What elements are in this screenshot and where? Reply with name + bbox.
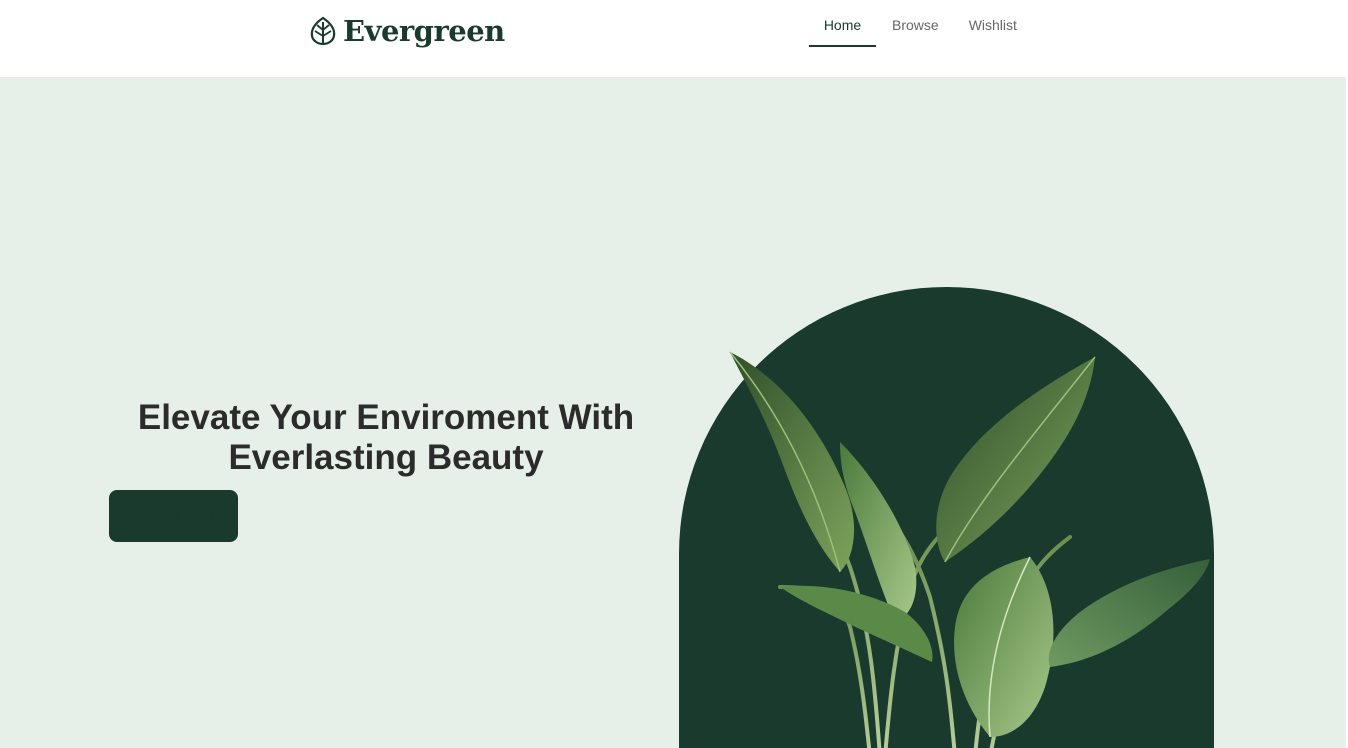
hero-headline: Elevate Your Enviroment With Everlasting… (136, 398, 636, 478)
brand-logo[interactable]: Evergreen (309, 14, 505, 48)
nav-wishlist[interactable]: Wishlist (969, 0, 1017, 47)
nav-home[interactable]: Home (809, 0, 876, 47)
main-nav: Home Browse Wishlist (809, 0, 1017, 48)
leaf-icon (310, 16, 336, 46)
hero-section: Elevate Your Enviroment With Everlasting… (0, 77, 1346, 748)
nav-browse[interactable]: Browse (892, 0, 939, 47)
hero-headline-line2: Everlasting Beauty (228, 438, 544, 477)
browse-plants-button[interactable]: Browse Plants (109, 490, 238, 542)
plant-image (729, 351, 1210, 748)
brand-name: Evergreen (343, 14, 505, 48)
hero-headline-line1: Elevate Your Enviroment With (137, 398, 635, 437)
site-header: Evergreen Home Browse Wishlist (0, 0, 1346, 77)
